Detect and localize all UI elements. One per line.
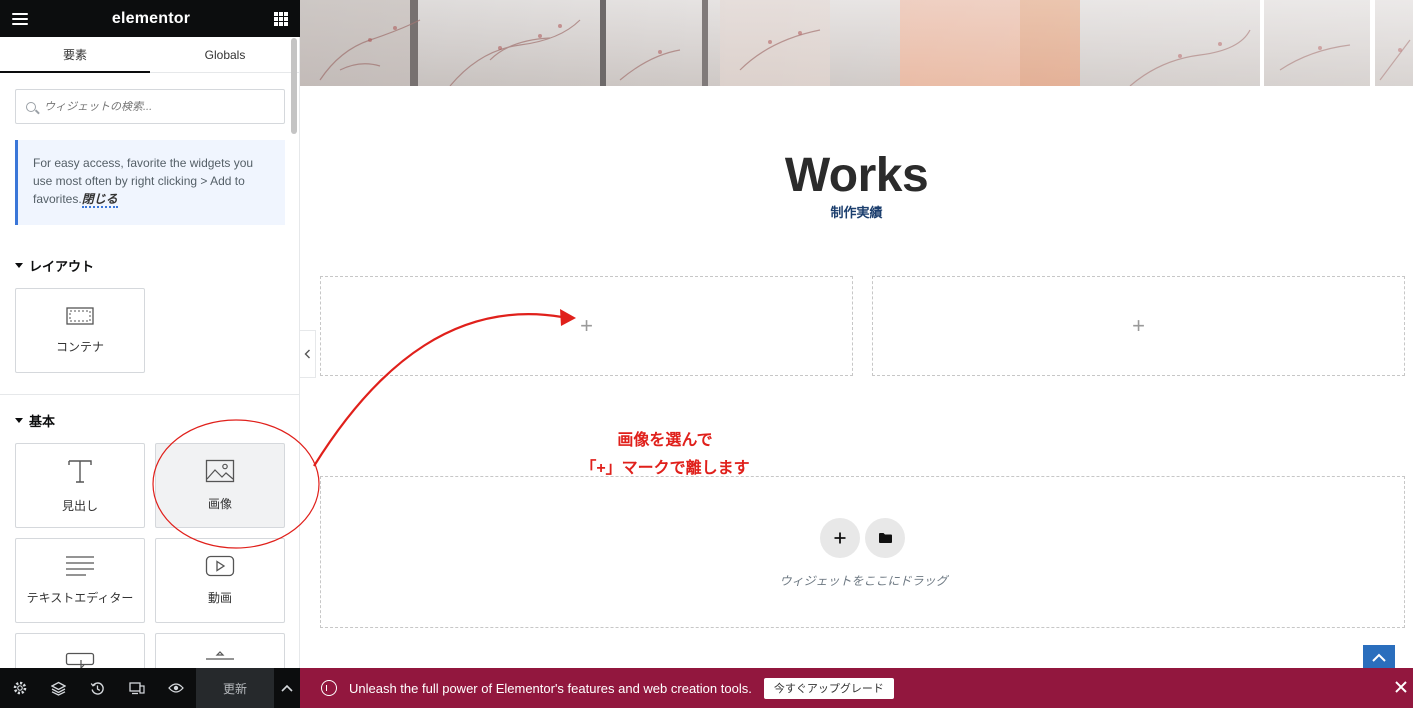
search-icon [26, 101, 36, 112]
elementor-logo-icon [321, 680, 337, 696]
widget-container[interactable]: コンテナ [15, 288, 145, 373]
section-basic-title: 基本 [29, 414, 56, 429]
add-widget-plus-icon[interactable]: + [1132, 313, 1145, 339]
menu-icon[interactable] [12, 12, 28, 25]
divider-icon [206, 651, 234, 660]
add-template-button[interactable] [865, 518, 905, 558]
text-editor-icon [66, 556, 94, 576]
widget-label: コンテナ [55, 340, 104, 354]
annotation-line-1: 画像を選んで [617, 432, 713, 449]
button-icon [65, 652, 95, 668]
notice-text: For easy access, favorite the widgets yo… [33, 156, 254, 206]
widget-drop-area[interactable]: ウィジェットをここにドラッグ [320, 476, 1405, 628]
upgrade-banner: Unleash the full power of Elementor's fe… [300, 668, 1413, 708]
empty-column-right[interactable]: + [872, 276, 1405, 376]
editor-window: elementor 要素 Globals For easy access, fa… [0, 0, 1413, 708]
widget-search [15, 89, 285, 124]
panel-tabs: 要素 Globals [0, 37, 300, 73]
widget-image[interactable]: 画像 [155, 443, 285, 528]
brand-logo: elementor [111, 9, 191, 27]
container-icon [66, 307, 94, 325]
heading-icon [68, 460, 92, 483]
widget-label: テキストエディター [26, 591, 134, 605]
settings-icon[interactable] [0, 668, 39, 708]
widgets-grid-icon[interactable] [274, 11, 288, 26]
history-icon[interactable] [78, 668, 117, 708]
video-icon [205, 555, 235, 577]
widget-label: 見出し [61, 499, 98, 513]
update-button[interactable]: 更新 [196, 668, 274, 708]
section-layout-title: レイアウト [29, 259, 95, 274]
close-icon[interactable] [1393, 679, 1409, 695]
widget-video[interactable]: 動画 [155, 538, 285, 623]
chevron-up-icon [1372, 653, 1386, 662]
add-section-button[interactable] [820, 518, 860, 558]
caret-down-icon [15, 418, 23, 423]
chevron-left-icon [304, 349, 310, 359]
widget-label: 動画 [207, 591, 232, 605]
drop-area-hint: ウィジェットをここにドラッグ [779, 574, 948, 588]
section-subtitle: 制作実績 [830, 205, 883, 220]
tab-globals[interactable]: Globals [150, 37, 300, 72]
publish-options-chevron-icon[interactable] [274, 668, 300, 708]
annotation-line-2: 「+」マークで離します [580, 460, 750, 477]
panel-header: elementor [0, 0, 300, 37]
upgrade-now-button[interactable]: 今すぐアップグレード [763, 677, 894, 699]
hero-image [300, 0, 1413, 86]
caret-down-icon [15, 263, 23, 268]
widget-heading[interactable]: 見出し [15, 443, 145, 528]
layers-icon[interactable] [39, 668, 78, 708]
section-basic-header[interactable]: 基本 [15, 411, 55, 430]
responsive-icon[interactable] [117, 668, 156, 708]
add-widget-plus-icon[interactable]: + [580, 313, 593, 339]
preview-icon[interactable] [156, 668, 195, 708]
widget-text-editor[interactable]: テキストエディター [15, 538, 145, 623]
upgrade-message: Unleash the full power of Elementor's fe… [349, 680, 752, 696]
section-title: Works [784, 149, 929, 202]
favorites-notice: For easy access, favorite the widgets yo… [15, 140, 285, 225]
notice-close-link[interactable]: 閉じる [81, 192, 118, 208]
scroll-to-top-button[interactable] [1363, 645, 1395, 670]
plus-icon [834, 532, 846, 544]
search-input[interactable] [44, 100, 274, 113]
widgets-panel: elementor 要素 Globals For easy access, fa… [0, 0, 300, 708]
image-icon [205, 459, 235, 483]
collapse-panel-toggle[interactable] [300, 330, 316, 378]
widget-label: 画像 [207, 497, 232, 511]
folder-icon [878, 533, 892, 543]
section-divider [0, 394, 300, 395]
panel-footer: 更新 [0, 668, 300, 708]
section-layout-header[interactable]: レイアウト [15, 256, 94, 275]
tab-elements[interactable]: 要素 [0, 37, 150, 73]
empty-column-left[interactable]: + [320, 276, 853, 376]
panel-scrollbar[interactable] [291, 38, 297, 134]
